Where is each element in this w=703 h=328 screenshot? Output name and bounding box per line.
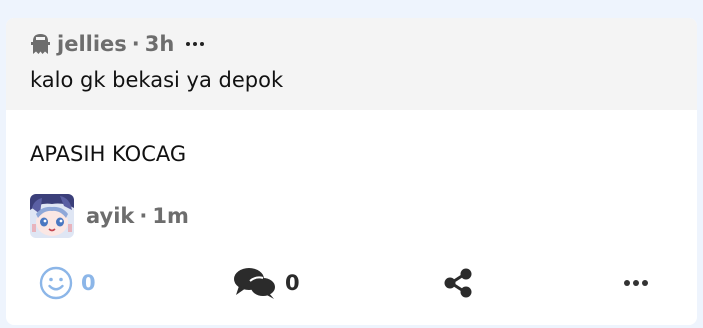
post-author-name[interactable]: ayik [86,204,134,228]
post-text: APASIH KOCAG [30,142,187,166]
more-dots-icon [624,280,648,286]
quoted-post[interactable]: jellies · 3h kalo gk bekasi ya depok [6,18,697,110]
smiley-icon [39,266,73,300]
react-button[interactable]: 0 [39,258,96,308]
ghost-icon [30,32,51,56]
quoted-post-text: kalo gk bekasi ya depok [30,68,284,92]
quoted-author-name[interactable]: jellies [57,32,127,56]
separator-dot: · [131,32,140,56]
react-count: 0 [81,271,96,295]
post-card: jellies · 3h kalo gk bekasi ya depok APA… [6,18,697,325]
share-icon [444,268,472,298]
post-actions: 0 0 [6,258,697,308]
quoted-post-time: 3h [144,32,175,56]
quoted-more-dots-icon[interactable] [186,42,205,46]
avatar[interactable] [30,194,74,238]
more-options-button[interactable] [624,258,648,308]
post-time: 1m [152,204,189,228]
comment-count: 0 [285,271,300,295]
comment-button[interactable]: 0 [233,258,300,308]
share-button[interactable] [442,258,474,308]
speech-bubbles-icon [234,268,275,299]
post-author: ayik · 1m [30,194,189,238]
quoted-post-header: jellies · 3h [30,30,205,58]
separator-dot: · [139,204,148,228]
